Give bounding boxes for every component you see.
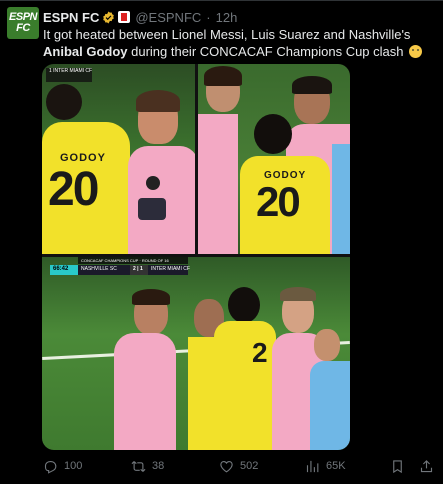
player-head xyxy=(228,287,260,323)
yellow-jersey: GODOY 20 xyxy=(240,156,330,254)
heart-icon xyxy=(220,460,233,472)
reply-button[interactable]: 100 xyxy=(43,457,82,475)
share-button[interactable] xyxy=(419,457,440,475)
views-chart-icon xyxy=(306,460,319,472)
affiliate-badge-icon xyxy=(118,11,131,23)
scorebug-home: NASHVILLE SC xyxy=(78,265,130,275)
club-crest-icon xyxy=(146,176,160,190)
scorebug-right: INTER MIAMI CF xyxy=(53,68,93,74)
sponsor-logo-icon xyxy=(138,198,166,220)
tweet-text-part2: during their CONCACAF Champions Cup clas… xyxy=(127,44,408,59)
retweet-icon xyxy=(131,460,146,472)
tweet-card[interactable]: ESPN FC ESPN FC @ESPNFC · 12h It got hea… xyxy=(0,0,443,484)
account-handle[interactable]: @ESPNFC xyxy=(135,10,201,25)
account-name[interactable]: ESPN FC xyxy=(43,10,99,25)
pink-jersey xyxy=(114,333,176,450)
retweet-button[interactable]: 38 xyxy=(131,457,164,475)
views-button[interactable]: 65K xyxy=(305,457,346,475)
player-head xyxy=(254,114,292,154)
share-icon xyxy=(420,459,433,472)
player-hair xyxy=(204,66,242,86)
like-count: 502 xyxy=(240,460,259,472)
reply-icon xyxy=(44,460,57,474)
scorebug: 1 INTER MIAMI CF xyxy=(46,68,92,82)
jersey-number: 20 xyxy=(256,178,301,225)
referee-shirt xyxy=(310,361,350,450)
scorebug-away: INTER MIAMI CF xyxy=(148,265,190,275)
referee-shirt xyxy=(332,144,350,254)
verified-badge-icon xyxy=(103,11,115,23)
tweet-text: It got heated between Lionel Messi, Luis… xyxy=(43,26,438,60)
jersey-number: 2 xyxy=(252,337,268,368)
photo-2[interactable]: GODOY 20 xyxy=(198,64,350,254)
photo-1[interactable]: 1 INTER MIAMI CF GODOY 20 xyxy=(42,64,195,254)
flushed-face-emoji-icon xyxy=(409,45,423,58)
separator-dot: · xyxy=(206,9,211,25)
scorebug-left: 1 xyxy=(49,68,52,74)
player-hair xyxy=(136,90,180,112)
bookmark-icon xyxy=(393,459,402,473)
yellow-jersey: 2 xyxy=(214,321,276,450)
views-count: 65K xyxy=(326,460,346,472)
media-grid: 1 INTER MIAMI CF GODOY 20 GODOY 20 CONCA… xyxy=(42,64,350,450)
yellow-jersey: GODOY 20 xyxy=(42,122,130,254)
player-hair xyxy=(292,76,332,94)
player-hair xyxy=(132,289,170,305)
tweet-actions: 100 38 502 65K xyxy=(43,457,443,475)
player-hair xyxy=(280,287,316,301)
tweet-text-bold[interactable]: Anibal Godoy xyxy=(43,44,128,59)
player-head xyxy=(46,84,82,120)
photo-3[interactable]: CONCACAF CHAMPIONS CUP · ROUND OF 16 66:… xyxy=(42,257,350,450)
like-button[interactable]: 502 xyxy=(219,457,258,475)
pink-jersey xyxy=(128,146,195,254)
avatar[interactable]: ESPN FC xyxy=(7,7,39,39)
tweet-time[interactable]: 12h xyxy=(216,10,238,25)
jersey-number: 20 xyxy=(48,163,99,216)
reply-count: 100 xyxy=(64,460,83,472)
pink-jersey-left xyxy=(198,114,238,254)
tweet-header: ESPN FC @ESPNFC · 12h xyxy=(43,9,237,25)
bookmark-button[interactable] xyxy=(390,457,411,475)
scorebug-score: 2 | 1 xyxy=(130,265,148,275)
scorebug-header: CONCACAF CHAMPIONS CUP · ROUND OF 16 xyxy=(78,257,188,264)
tweet-text-part1: It got heated between Lionel Messi, Luis… xyxy=(43,27,411,42)
retweet-count: 38 xyxy=(152,460,165,472)
scorebug-time: 66:42 xyxy=(50,265,78,275)
avatar-text-bottom: FC xyxy=(16,22,30,34)
referee-face xyxy=(314,329,340,361)
